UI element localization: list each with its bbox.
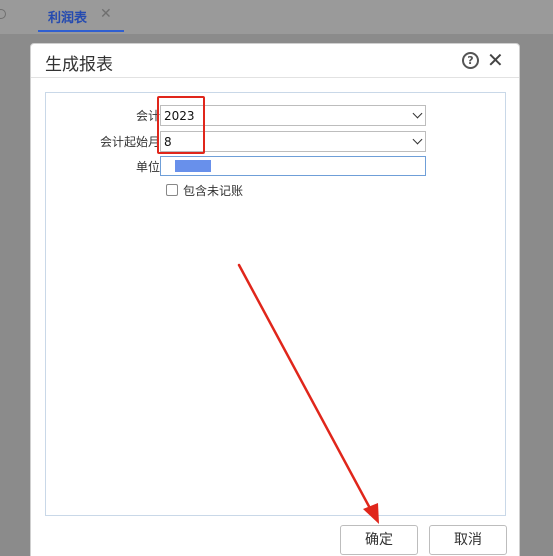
annotation-arrow [237,263,379,524]
